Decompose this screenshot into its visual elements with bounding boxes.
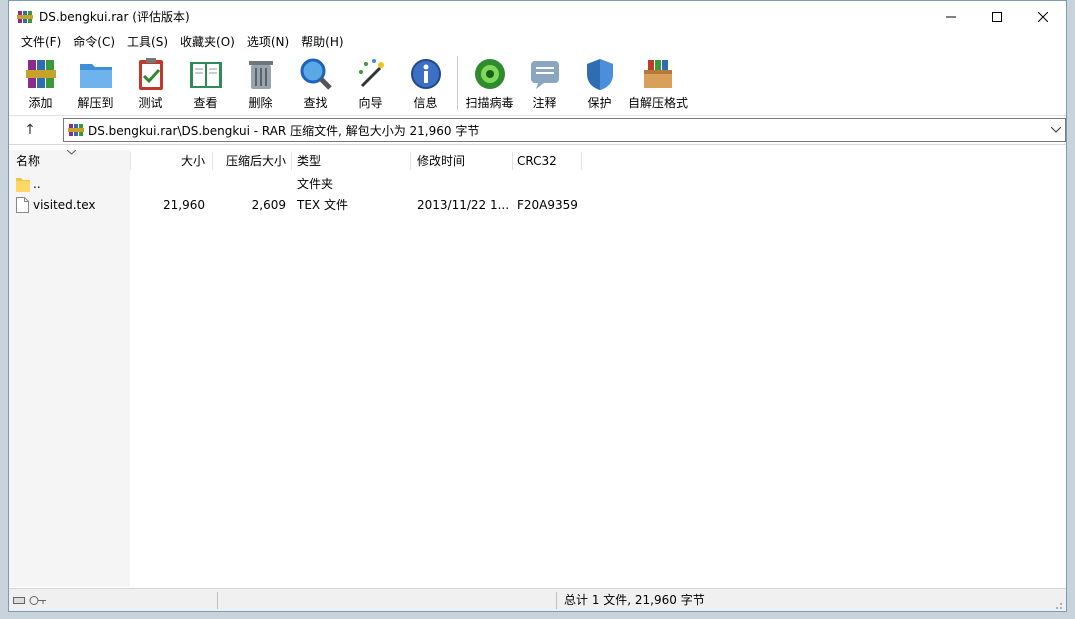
maximize-button[interactable] [974, 1, 1020, 32]
delete-button[interactable]: 删除 [233, 52, 288, 112]
find-label: 查找 [303, 96, 328, 110]
comment-icon [530, 61, 559, 89]
maximize-icon [992, 11, 1002, 22]
column-packed[interactable]: 压缩后大小 [212, 150, 286, 172]
status-bar: 总计 1 文件, 21,960 字节 [9, 588, 1066, 611]
file-list[interactable]: 名称 大小 压缩后大小 类型 修改时间 CRC32 .. 文件夹 visited… [9, 150, 1066, 587]
menu-help[interactable]: 帮助(H) [295, 32, 349, 52]
shield-icon [586, 59, 613, 90]
menu-file[interactable]: 文件(F) [15, 32, 67, 52]
winrar-window: DS.bengkui.rar (评估版本) 文件(F) 命令(C) 工具(S) … [8, 0, 1067, 612]
file-size: 21,960 [163, 198, 205, 212]
info-icon [410, 59, 441, 89]
chevron-down-icon [1051, 127, 1061, 133]
sfx-button[interactable]: 自解压格式 [627, 52, 689, 112]
protect-label: 保护 [587, 96, 612, 110]
file-name: .. [33, 177, 41, 191]
column-crc[interactable]: CRC32 [517, 150, 582, 172]
menu-tools[interactable]: 工具(S) [121, 32, 174, 52]
menu-favorites[interactable]: 收藏夹(O) [174, 32, 241, 52]
comment-label: 注释 [532, 96, 557, 110]
close-icon [1038, 11, 1048, 22]
resize-grip-icon[interactable] [1053, 600, 1063, 610]
toolbar-separator [457, 56, 458, 110]
comment-button[interactable]: 注释 [517, 52, 572, 112]
test-label: 测试 [138, 96, 163, 110]
path-text: DS.bengkui.rar\DS.bengkui - RAR 压缩文件, 解包… [88, 123, 480, 138]
book-icon [189, 62, 222, 88]
minimize-button[interactable] [928, 1, 974, 32]
archive-icon [68, 124, 84, 136]
close-button[interactable] [1020, 1, 1066, 32]
magic-wand-icon [358, 59, 384, 88]
window-title: DS.bengkui.rar (评估版本) [39, 10, 190, 24]
protect-button[interactable]: 保护 [572, 52, 627, 112]
file-packed-size: 2,609 [251, 198, 286, 212]
folder-extract-icon [79, 64, 112, 88]
minimize-icon [946, 16, 956, 17]
column-size[interactable]: 大小 [130, 150, 205, 172]
add-label: 添加 [28, 96, 53, 110]
list-item-visited-tex[interactable]: visited.tex 21,960 2,609 TEX 文件 2013/11/… [9, 195, 609, 216]
add-archive-icon [25, 60, 56, 88]
toolbar: 添加 解压到 测试 查看 删除 查找 向导 信息 扫描病毒 注释 保护 自解压格… [9, 52, 1066, 116]
column-modified[interactable]: 修改时间 [417, 150, 512, 172]
status-summary: 总计 1 文件, 21,960 字节 [564, 593, 705, 607]
list-item-parent-folder[interactable]: .. 文件夹 [9, 174, 609, 195]
delete-label: 删除 [248, 96, 273, 110]
wizard-button[interactable]: 向导 [343, 52, 398, 112]
wizard-label: 向导 [358, 96, 383, 110]
background-window-edge [0, 300, 8, 480]
extract-to-button[interactable]: 解压到 [68, 52, 123, 112]
file-crc: F20A9359 [517, 198, 578, 212]
title-bar[interactable]: DS.bengkui.rar (评估版本) [9, 1, 1066, 32]
up-arrow-icon: ↑ [24, 122, 36, 138]
sfx-box-icon [644, 60, 672, 88]
address-bar: ↑ DS.bengkui.rar\DS.bengkui - RAR 压缩文件, … [9, 116, 1066, 145]
file-type: 文件夹 [297, 177, 334, 191]
info-button[interactable]: 信息 [398, 52, 453, 112]
view-label: 查看 [193, 96, 218, 110]
find-button[interactable]: 查找 [288, 52, 343, 112]
menu-options[interactable]: 选项(N) [241, 32, 295, 52]
add-button[interactable]: 添加 [13, 52, 68, 112]
view-button[interactable]: 查看 [178, 52, 233, 112]
winrar-app-icon [17, 10, 33, 23]
trash-icon [248, 61, 273, 89]
file-name: visited.tex [33, 198, 96, 212]
menu-commands[interactable]: 命令(C) [67, 32, 121, 52]
path-dropdown-button[interactable] [1047, 127, 1065, 133]
info-label: 信息 [413, 96, 438, 110]
column-type[interactable]: 类型 [297, 150, 407, 172]
drive-icon [13, 597, 25, 604]
virus-scan-button[interactable]: 扫描病毒 [462, 52, 517, 112]
key-icon [29, 596, 46, 605]
file-type: TEX 文件 [297, 198, 348, 212]
extract-to-label: 解压到 [77, 96, 114, 110]
up-folder-button[interactable]: ↑ [15, 117, 45, 143]
test-button[interactable]: 测试 [123, 52, 178, 112]
sort-chevron-icon [67, 150, 76, 155]
path-combobox[interactable]: DS.bengkui.rar\DS.bengkui - RAR 压缩文件, 解包… [63, 118, 1066, 142]
file-modified: 2013/11/22 1... [417, 198, 510, 212]
magnifier-icon [300, 58, 332, 90]
file-icon [16, 197, 29, 213]
virus-scan-icon [474, 59, 505, 89]
folder-icon [16, 178, 30, 192]
column-header: 名称 大小 压缩后大小 类型 修改时间 CRC32 [9, 150, 1066, 172]
clipboard-check-icon [138, 58, 163, 90]
sfx-label: 自解压格式 [627, 96, 688, 110]
virus-scan-label: 扫描病毒 [465, 96, 514, 110]
menu-bar: 文件(F) 命令(C) 工具(S) 收藏夹(O) 选项(N) 帮助(H) [9, 32, 1066, 52]
